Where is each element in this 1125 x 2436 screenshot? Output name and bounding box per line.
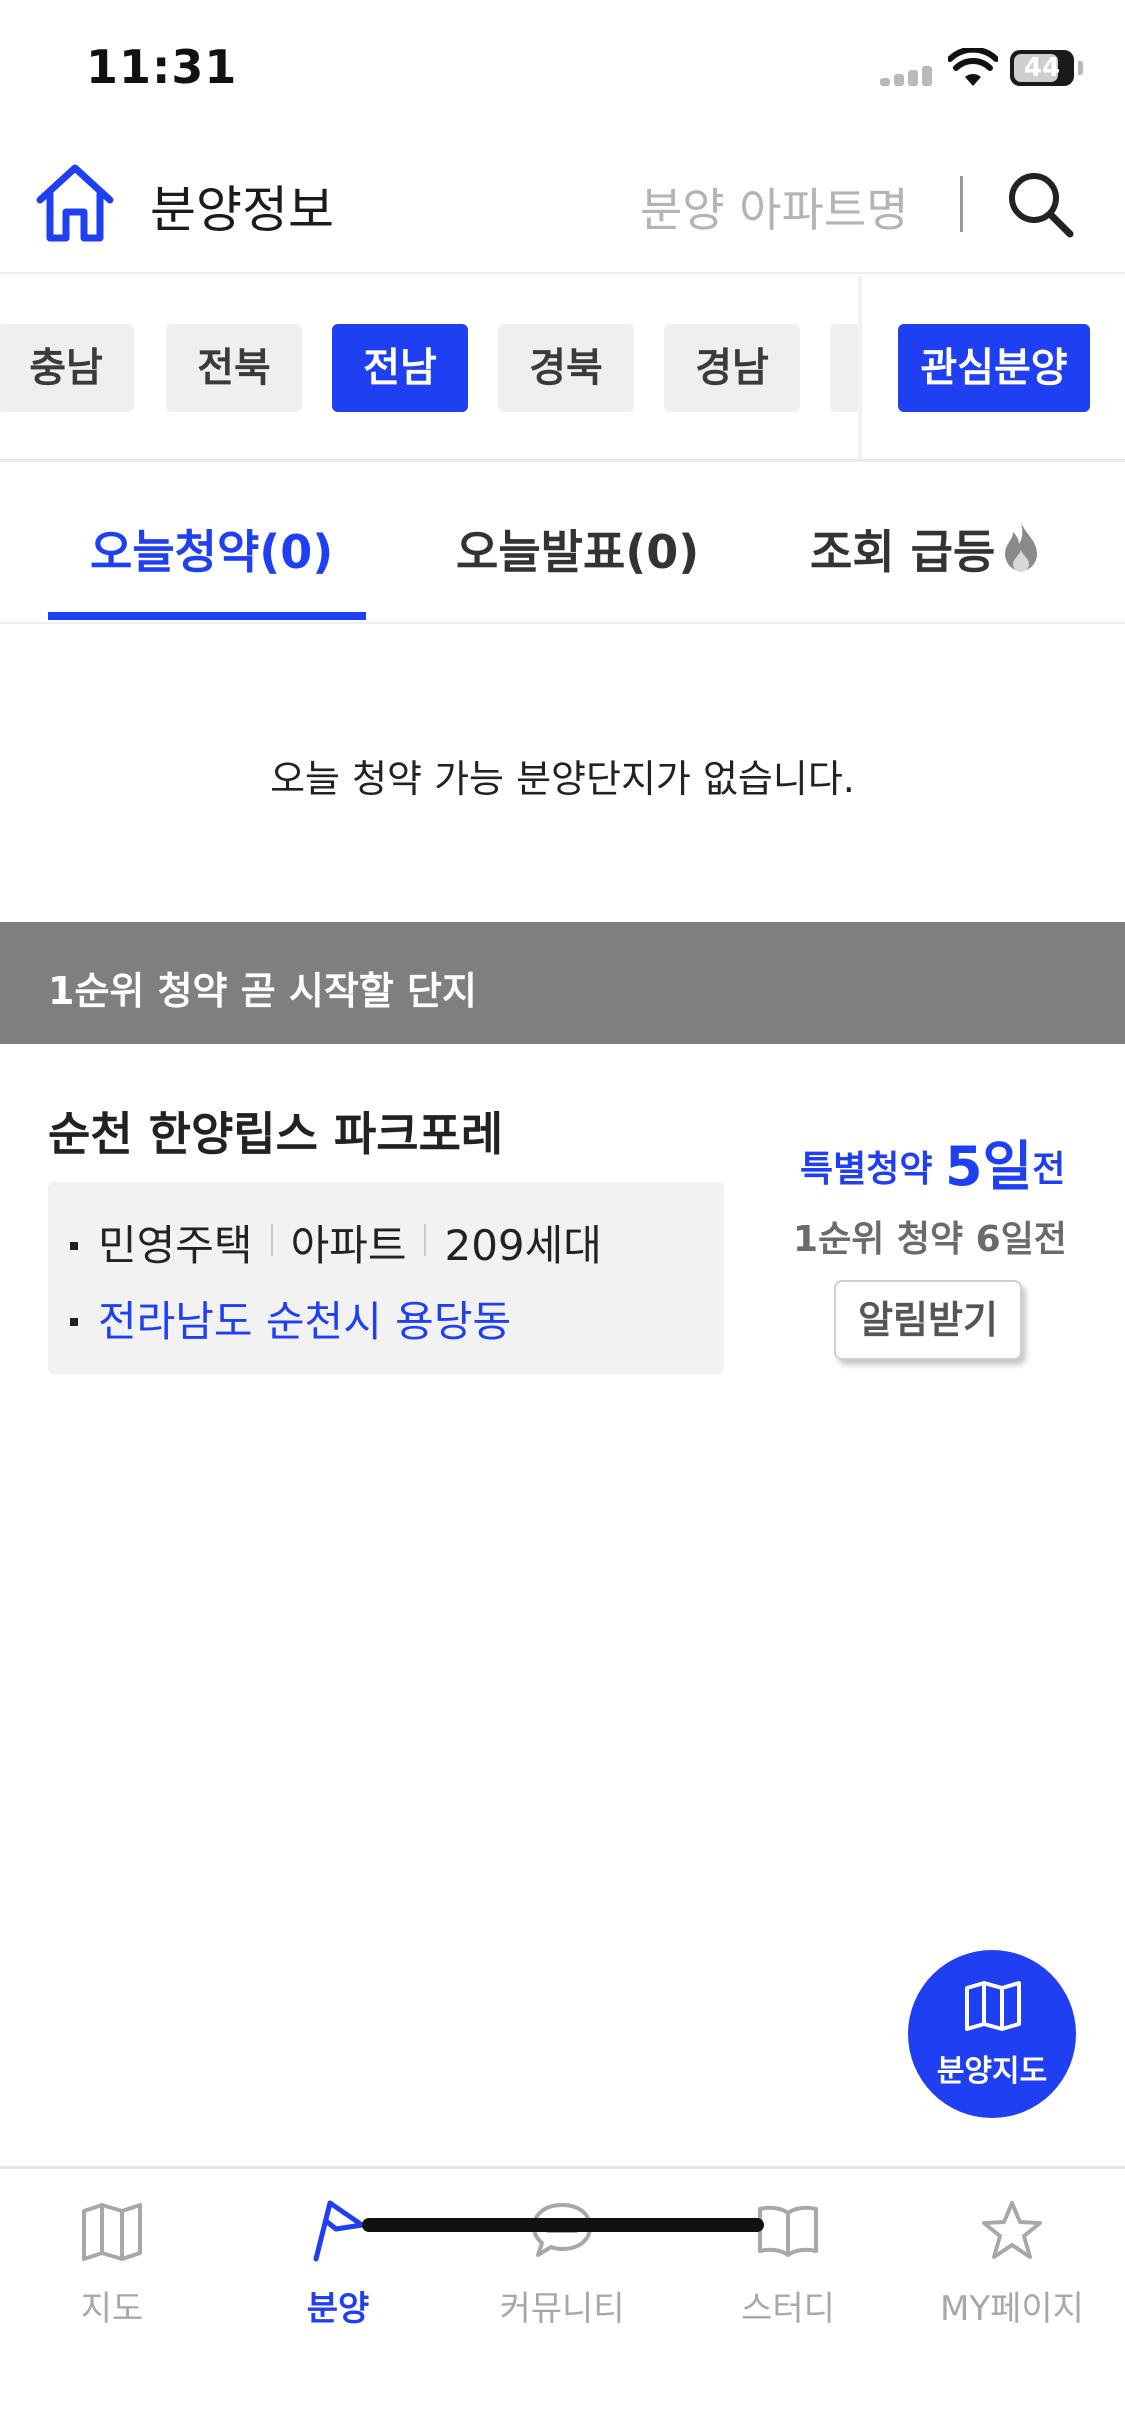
tab-label: 오늘발표(0)	[456, 525, 700, 579]
nav-label: MY페이지	[940, 2289, 1084, 2329]
housing-type: 민영주택	[98, 1221, 253, 1270]
header-divider	[960, 176, 963, 232]
page-title: 분양정보	[150, 181, 334, 239]
star-icon	[982, 2201, 1042, 2259]
nav-item-map[interactable]: 지도	[2, 2199, 222, 2349]
tab-label: 조회 급등	[810, 525, 996, 579]
nav-item-mypage[interactable]: MY페이지	[902, 2199, 1122, 2349]
region-filter-bar: 충남 전북 전남 경북 경남 관심분양	[0, 276, 1125, 462]
map-icon	[965, 1981, 1021, 2031]
search-input[interactable]: 분양 아파트명	[640, 174, 940, 237]
tab-today-subscription[interactable]: 오늘청약(0)	[90, 516, 333, 582]
region-chip-list[interactable]: 충남 전북 전남 경북 경남	[0, 276, 860, 459]
complex-address: 전라남도 순천시 용당동	[98, 1297, 512, 1346]
favorite-listings-button[interactable]: 관심분양	[898, 324, 1090, 412]
unit-count: 209세대	[444, 1221, 602, 1270]
region-chip-gyeongnam[interactable]: 경남	[664, 324, 800, 412]
cellular-signal-icon	[880, 64, 936, 86]
region-chip-jeonbuk[interactable]: 전북	[166, 324, 302, 412]
tab-today-announcement[interactable]: 오늘발표(0)	[456, 516, 699, 582]
region-chip-gyeongbuk[interactable]: 경북	[498, 324, 634, 412]
status-time: 11:31	[86, 40, 238, 94]
battery-level-text: 44	[1023, 53, 1061, 83]
flag-icon	[313, 2200, 365, 2262]
complex-info-box[interactable]: 민영주택 아파트 209세대 전라남도 순천시 용당동	[48, 1182, 724, 1374]
fire-icon	[1005, 522, 1038, 572]
section-title: 1순위 청약 곧 시작할 단지	[48, 969, 477, 1013]
nav-label: 지도	[80, 2289, 144, 2329]
region-divider	[858, 276, 862, 459]
nav-label: 분양	[306, 2289, 370, 2329]
region-chip-chungnam[interactable]: 충남	[0, 324, 134, 412]
region-chip-jeonnam[interactable]: 전남	[332, 324, 468, 412]
bottom-navigation: 지도 분양 커뮤니티 스터디 MY페이지	[0, 2166, 1125, 2436]
separator	[270, 1224, 273, 1256]
bullet	[70, 1242, 78, 1250]
app-header: 분양정보 분양 아파트명	[0, 140, 1125, 274]
tab-label: 오늘청약(0)	[90, 525, 334, 579]
home-icon[interactable]	[32, 160, 118, 246]
separator	[424, 1224, 427, 1256]
nav-label: 커뮤니티	[499, 2289, 625, 2329]
bullet	[70, 1318, 78, 1326]
complex-address-row: 전라남도 순천시 용당동	[70, 1288, 511, 1349]
active-tab-indicator	[48, 612, 366, 620]
battery-icon: 44	[1010, 50, 1074, 86]
region-chip-partial[interactable]	[830, 324, 860, 412]
search-icon[interactable]	[1004, 168, 1076, 240]
fab-label: 분양지도	[936, 2054, 1048, 2089]
home-indicator	[362, 2218, 764, 2232]
nav-label: 스터디	[741, 2289, 835, 2329]
special-days: 5일	[945, 1135, 1033, 1198]
empty-state-message: 오늘 청약 가능 분양단지가 없습니다.	[270, 757, 855, 801]
status-bar: 11:31 44	[0, 0, 1125, 140]
building-type: 아파트	[290, 1221, 407, 1270]
upcoming-section-header: 1순위 청약 곧 시작할 단지	[0, 922, 1125, 1044]
listing-tabs: 오늘청약(0) 오늘발표(0) 조회 급등	[0, 464, 1125, 624]
special-prefix: 특별청약	[800, 1149, 946, 1190]
complex-details-row: 민영주택 아파트 209세대	[70, 1212, 602, 1273]
complex-name[interactable]: 순천 한양립스 파크포레	[48, 1098, 503, 1164]
tab-trending[interactable]: 조회 급등	[810, 516, 1043, 582]
book-icon	[758, 2205, 818, 2257]
first-rank-countdown: 1순위 청약 6일전	[793, 1219, 1067, 1260]
special-subscription-countdown: 특별청약 5일전	[800, 1122, 1065, 1201]
map-icon	[82, 2203, 142, 2261]
wifi-icon	[948, 48, 998, 86]
notify-button[interactable]: 알림받기	[834, 1280, 1022, 1360]
battery-tip	[1078, 61, 1083, 75]
special-suffix: 전	[1032, 1149, 1066, 1190]
listing-map-button[interactable]: 분양지도	[908, 1950, 1076, 2118]
